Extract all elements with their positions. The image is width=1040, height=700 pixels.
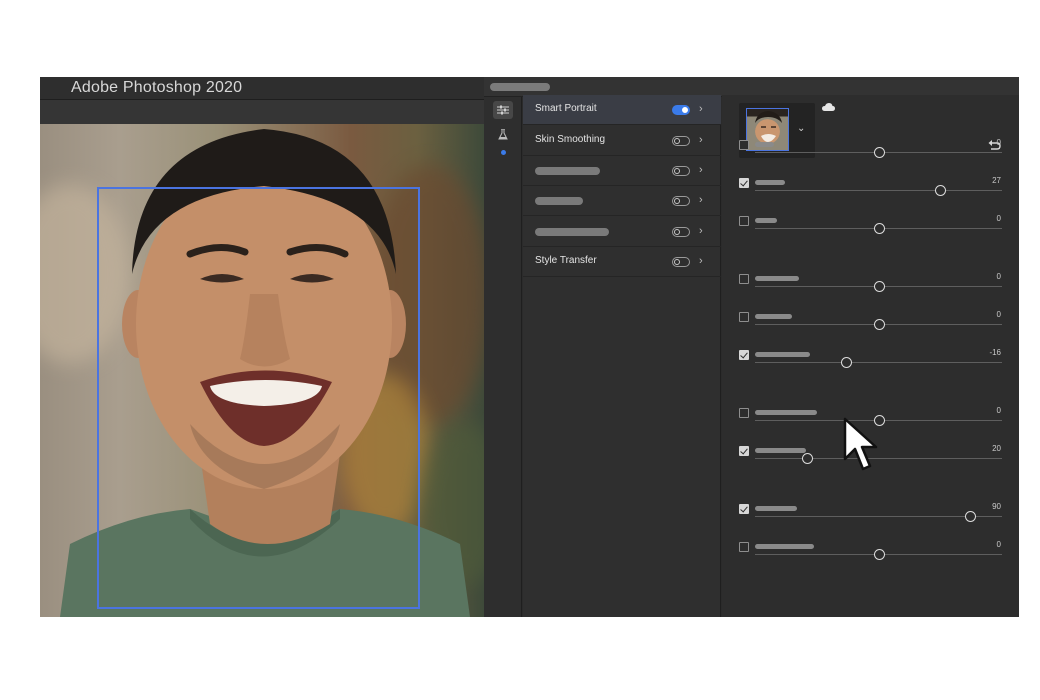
filter-row[interactable]: › — [523, 186, 721, 216]
adjustment-value: 0 — [996, 540, 1001, 549]
slider-handle[interactable] — [964, 511, 976, 522]
filter-row[interactable]: › — [523, 217, 721, 247]
adjustment-label-placeholder — [755, 180, 785, 185]
filter-toggle[interactable] — [672, 105, 690, 115]
slider-handle[interactable] — [801, 453, 813, 464]
adjustments-panel: ⌄ 0 27 0 0 0 -16 0 20 90 0 — [722, 95, 1019, 617]
filter-label: Skin Smoothing — [535, 134, 606, 145]
chevron-right-icon[interactable]: › — [699, 225, 703, 237]
cloud-icon — [822, 103, 835, 111]
slider-handle[interactable] — [873, 549, 885, 560]
adjustment-value: 20 — [992, 444, 1001, 453]
adjustment-row: 0 — [722, 272, 1019, 304]
adjustment-checkbox[interactable] — [739, 274, 749, 284]
adjustment-label-placeholder — [755, 410, 817, 415]
sliders-icon[interactable] — [493, 101, 513, 119]
filter-toggle[interactable] — [672, 196, 690, 206]
slider-handle[interactable] — [841, 357, 853, 368]
adjustment-checkbox[interactable] — [739, 140, 749, 150]
slider-handle[interactable] — [873, 223, 885, 234]
title-bar: Adobe Photoshop 2020 — [40, 77, 484, 99]
adjustment-value: 0 — [996, 138, 1001, 147]
adjustment-value: 0 — [996, 406, 1001, 415]
adjustment-checkbox[interactable] — [739, 350, 749, 360]
filter-label-placeholder — [535, 167, 600, 175]
filter-label-placeholder — [535, 197, 583, 205]
portrait-photo[interactable] — [40, 124, 484, 617]
adjustment-checkbox[interactable] — [739, 504, 749, 514]
adjustment-checkbox[interactable] — [739, 312, 749, 322]
adjustment-value: 90 — [992, 502, 1001, 511]
face-detection-box[interactable] — [97, 187, 420, 609]
mouse-cursor-icon — [843, 417, 878, 471]
adjustment-label-placeholder — [755, 142, 774, 147]
adjustment-value: 0 — [996, 272, 1001, 281]
adjustment-checkbox[interactable] — [739, 542, 749, 552]
adjustment-row: 90 — [722, 502, 1019, 534]
adjustment-checkbox[interactable] — [739, 408, 749, 418]
adjustment-label-placeholder — [755, 544, 814, 549]
adjustment-row: 27 — [722, 176, 1019, 208]
slider-handle[interactable] — [873, 147, 885, 158]
neural-filters-list: Smart Portrait › Skin Smoothing › › › › … — [523, 95, 721, 617]
adjustment-label-placeholder — [755, 506, 797, 511]
active-indicator-dot — [501, 150, 506, 155]
adjustment-label-placeholder — [755, 218, 777, 223]
chevron-right-icon[interactable]: › — [699, 164, 703, 176]
canvas-area: Adobe Photoshop 2020 — [40, 77, 484, 617]
filter-toggle[interactable] — [672, 227, 690, 237]
filter-row-smart-portrait[interactable]: Smart Portrait › — [523, 95, 721, 125]
adjustment-label-placeholder — [755, 352, 810, 357]
adjustment-value: 27 — [992, 176, 1001, 185]
chevron-right-icon[interactable]: › — [699, 103, 703, 115]
slider-handle[interactable] — [873, 281, 885, 292]
adjustment-row: 0 — [722, 138, 1019, 170]
adjustment-label-placeholder — [755, 276, 799, 281]
filter-label: Style Transfer — [535, 255, 597, 266]
adjustment-value: 0 — [996, 214, 1001, 223]
photoshop-window: Adobe Photoshop 2020 Smart Portrait › Sk… — [40, 77, 1019, 617]
adjustment-label-placeholder — [755, 448, 806, 453]
adjustment-checkbox[interactable] — [739, 446, 749, 456]
slider-track[interactable] — [755, 362, 1002, 363]
panel-tab-header — [484, 77, 1019, 97]
adjustment-row: 0 — [722, 540, 1019, 572]
adjustment-checkbox[interactable] — [739, 216, 749, 226]
filter-row-skin-smoothing[interactable]: Skin Smoothing › — [523, 126, 721, 156]
filter-row-style-transfer[interactable]: Style Transfer › — [523, 247, 721, 277]
slider-handle[interactable] — [935, 185, 947, 196]
beaker-icon[interactable] — [493, 125, 513, 143]
adjustment-value: 0 — [996, 310, 1001, 319]
filter-label-placeholder — [535, 228, 609, 236]
chevron-right-icon[interactable]: › — [699, 194, 703, 206]
adjustment-checkbox[interactable] — [739, 178, 749, 188]
document-bar — [40, 99, 484, 124]
adjustment-label-placeholder — [755, 314, 792, 319]
filter-toggle[interactable] — [672, 136, 690, 146]
slider-handle[interactable] — [873, 319, 885, 330]
chevron-right-icon[interactable]: › — [699, 255, 703, 267]
filter-row[interactable]: › — [523, 156, 721, 186]
panel-tab[interactable] — [490, 83, 550, 91]
chevron-right-icon[interactable]: › — [699, 134, 703, 146]
filter-toggle[interactable] — [672, 166, 690, 176]
panel-tool-strip — [484, 97, 522, 617]
adjustment-row: -16 — [722, 348, 1019, 380]
adjustment-row: 0 — [722, 310, 1019, 342]
app-title: Adobe Photoshop 2020 — [71, 79, 243, 96]
adjustment-row: 0 — [722, 214, 1019, 246]
adjustment-value: -16 — [989, 348, 1001, 357]
filter-toggle[interactable] — [672, 257, 690, 267]
filter-label: Smart Portrait — [535, 103, 597, 114]
slider-track[interactable] — [755, 190, 1002, 191]
chevron-down-icon[interactable]: ⌄ — [797, 123, 805, 134]
